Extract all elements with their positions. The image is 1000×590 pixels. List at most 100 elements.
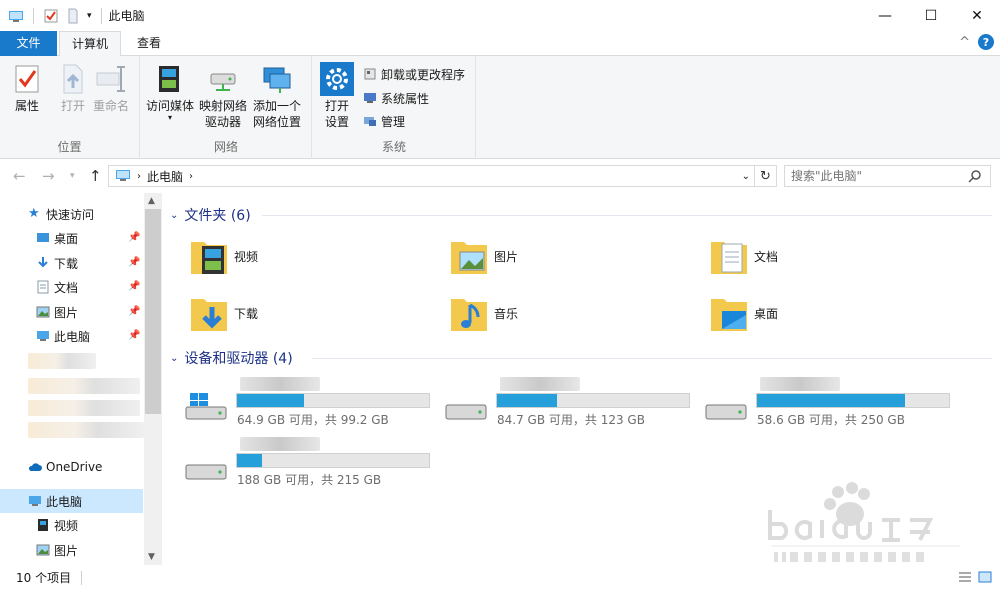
nav-scrollbar[interactable]: ▲ ▼ — [144, 193, 162, 565]
nav-quick-access[interactable]: ★ 快速访问 — [28, 202, 94, 226]
minimize-button[interactable]: — — [862, 0, 908, 31]
network-location-icon — [263, 67, 291, 93]
properties-check-icon[interactable] — [43, 8, 59, 24]
section-divider — [312, 358, 992, 359]
drive-d[interactable]: 84.7 GB 可用，共 123 GB — [444, 377, 704, 433]
nav-item-this-pc-quick[interactable]: 此电脑 — [36, 324, 90, 348]
scroll-up-icon[interactable]: ▲ — [148, 196, 155, 206]
ribbon-body: 属性 打开 重命名 位置 访问媒体 ▾ 映射网络 驱动器 添加一个 网络位置 网… — [0, 56, 1000, 159]
computer-icon — [29, 496, 41, 506]
scroll-down-icon[interactable]: ▼ — [148, 552, 155, 562]
close-button[interactable]: ✕ — [954, 0, 1000, 31]
rename-icon — [96, 66, 125, 92]
map-drive-label-1: 映射网络 — [199, 99, 248, 113]
breadcrumb-separator-icon[interactable]: › — [137, 171, 141, 182]
drive-c[interactable]: 64.9 GB 可用，共 99.2 GB — [184, 377, 444, 433]
details-view-icon[interactable] — [958, 570, 972, 584]
drive-f[interactable]: 188 GB 可用，共 215 GB — [184, 437, 444, 493]
pin-icon[interactable]: 📌 — [128, 330, 140, 341]
customize-toolbar-dropdown[interactable]: ▾ — [87, 11, 92, 21]
search-icon[interactable] — [968, 169, 982, 183]
breadcrumb-separator-icon[interactable]: › — [189, 171, 193, 182]
add-network-location-button[interactable]: 添加一个 网络位置 — [253, 62, 301, 130]
uninstall-icon — [364, 68, 376, 80]
folder-pictures[interactable]: 图片 — [450, 233, 518, 279]
manage-button[interactable]: 管理 — [363, 110, 405, 132]
rename-button[interactable]: 重命名 — [93, 62, 129, 114]
open-settings-label-2: 设置 — [324, 115, 349, 129]
help-button[interactable]: ? — [978, 34, 994, 50]
system-properties-button[interactable]: 系统属性 — [363, 87, 429, 109]
folder-label: 视频 — [234, 249, 259, 264]
tab-file[interactable]: 文件 — [0, 31, 57, 56]
folder-documents[interactable]: 文档 — [710, 233, 778, 279]
window-title: 此电脑 — [108, 9, 145, 23]
open-button[interactable]: 打开 — [56, 62, 90, 114]
system-properties-label: 系统属性 — [381, 91, 430, 106]
map-network-drive-button[interactable]: 映射网络 驱动器 — [199, 62, 247, 130]
folders-section-header[interactable]: ⌄ 文件夹 (6) — [170, 205, 251, 225]
drive-usage-bar — [236, 393, 430, 408]
baidu-jingyan-watermark-logo — [768, 482, 960, 562]
devices-section-header[interactable]: ⌄ 设备和驱动器 (4) — [170, 348, 293, 368]
uninstall-program-button[interactable]: 卸载或更改程序 — [363, 63, 465, 85]
folder-label: 桌面 — [754, 306, 779, 321]
network-drive-icon — [210, 73, 236, 91]
refresh-button[interactable]: ↻ — [755, 165, 777, 187]
maximize-button[interactable]: ☐ — [908, 0, 954, 31]
tab-computer[interactable]: 计算机 — [59, 31, 121, 57]
scrollbar-thumb[interactable] — [145, 209, 161, 414]
up-arrow-icon[interactable]: ↑ — [89, 167, 102, 185]
toolbar-separator — [100, 7, 102, 24]
folder-downloads[interactable]: 下载 — [190, 290, 258, 336]
nav-item-pictures-pc[interactable]: 图片 — [36, 538, 78, 562]
pin-icon[interactable]: 📌 — [128, 257, 140, 268]
open-settings-button[interactable]: 打开 设置 — [320, 62, 354, 130]
access-media-button[interactable]: 访问媒体 ▾ — [146, 62, 194, 122]
desktop-icon — [37, 233, 49, 242]
drive-icon — [445, 404, 487, 420]
new-folder-icon[interactable] — [65, 8, 81, 24]
drive-icon — [705, 404, 747, 420]
section-divider — [262, 215, 992, 216]
nav-item-documents[interactable]: 文档 — [36, 275, 78, 299]
quick-access-toolbar: ▾ — [0, 0, 105, 31]
breadcrumb-this-pc[interactable]: 此电脑 — [147, 168, 183, 185]
tab-view[interactable]: 查看 — [124, 31, 174, 56]
pin-icon[interactable]: 📌 — [128, 232, 140, 243]
drive-e[interactable]: 58.6 GB 可用，共 250 GB — [704, 377, 964, 433]
back-arrow-icon[interactable]: ← — [13, 167, 26, 185]
status-divider — [81, 570, 83, 585]
forward-arrow-icon[interactable]: → — [42, 167, 55, 185]
address-dropdown-icon[interactable]: ⌄ — [742, 171, 750, 182]
nav-item-label: 桌面 — [54, 231, 79, 246]
large-icons-view-icon[interactable] — [978, 570, 992, 584]
ribbon-group-system: 打开 设置 卸载或更改程序 系统属性 管理 系统 — [313, 56, 476, 159]
blurred-drive-name — [500, 377, 580, 391]
nav-this-pc-label: 此电脑 — [46, 494, 83, 509]
chevron-down-icon[interactable]: ⌄ — [170, 210, 178, 221]
nav-item-pictures[interactable]: 图片 — [36, 300, 78, 324]
folder-desktop[interactable]: 桌面 — [710, 290, 778, 336]
nav-item-videos[interactable]: 视频 — [36, 513, 78, 537]
drive-space-text: 188 GB 可用，共 215 GB — [237, 473, 382, 487]
nav-item-label: 图片 — [54, 305, 79, 320]
folder-videos[interactable]: 视频 — [190, 233, 258, 279]
nav-item-downloads[interactable]: 下载 — [36, 251, 78, 275]
windows-drive-icon — [185, 393, 227, 420]
chevron-down-icon[interactable]: ⌄ — [170, 353, 178, 364]
computer-icon[interactable] — [8, 8, 24, 24]
nav-item-desktop[interactable]: 桌面 — [36, 226, 78, 250]
nav-onedrive[interactable]: OneDrive — [28, 455, 102, 479]
properties-button[interactable]: 属性 — [10, 62, 44, 114]
pin-icon[interactable]: 📌 — [128, 306, 140, 317]
search-input[interactable] — [784, 165, 991, 187]
folder-music[interactable]: 音乐 — [450, 290, 518, 336]
address-bar[interactable]: › 此电脑 › ⌄ — [108, 165, 755, 187]
recent-locations-chevron-icon[interactable]: ▾ — [70, 171, 75, 181]
nav-this-pc[interactable]: 此电脑 — [28, 489, 82, 513]
collapse-ribbon-button[interactable]: ^ — [959, 35, 970, 50]
computer-icon — [116, 170, 130, 181]
ribbon-group-location: 属性 打开 重命名 位置 — [0, 56, 140, 159]
pin-icon[interactable]: 📌 — [128, 281, 140, 292]
